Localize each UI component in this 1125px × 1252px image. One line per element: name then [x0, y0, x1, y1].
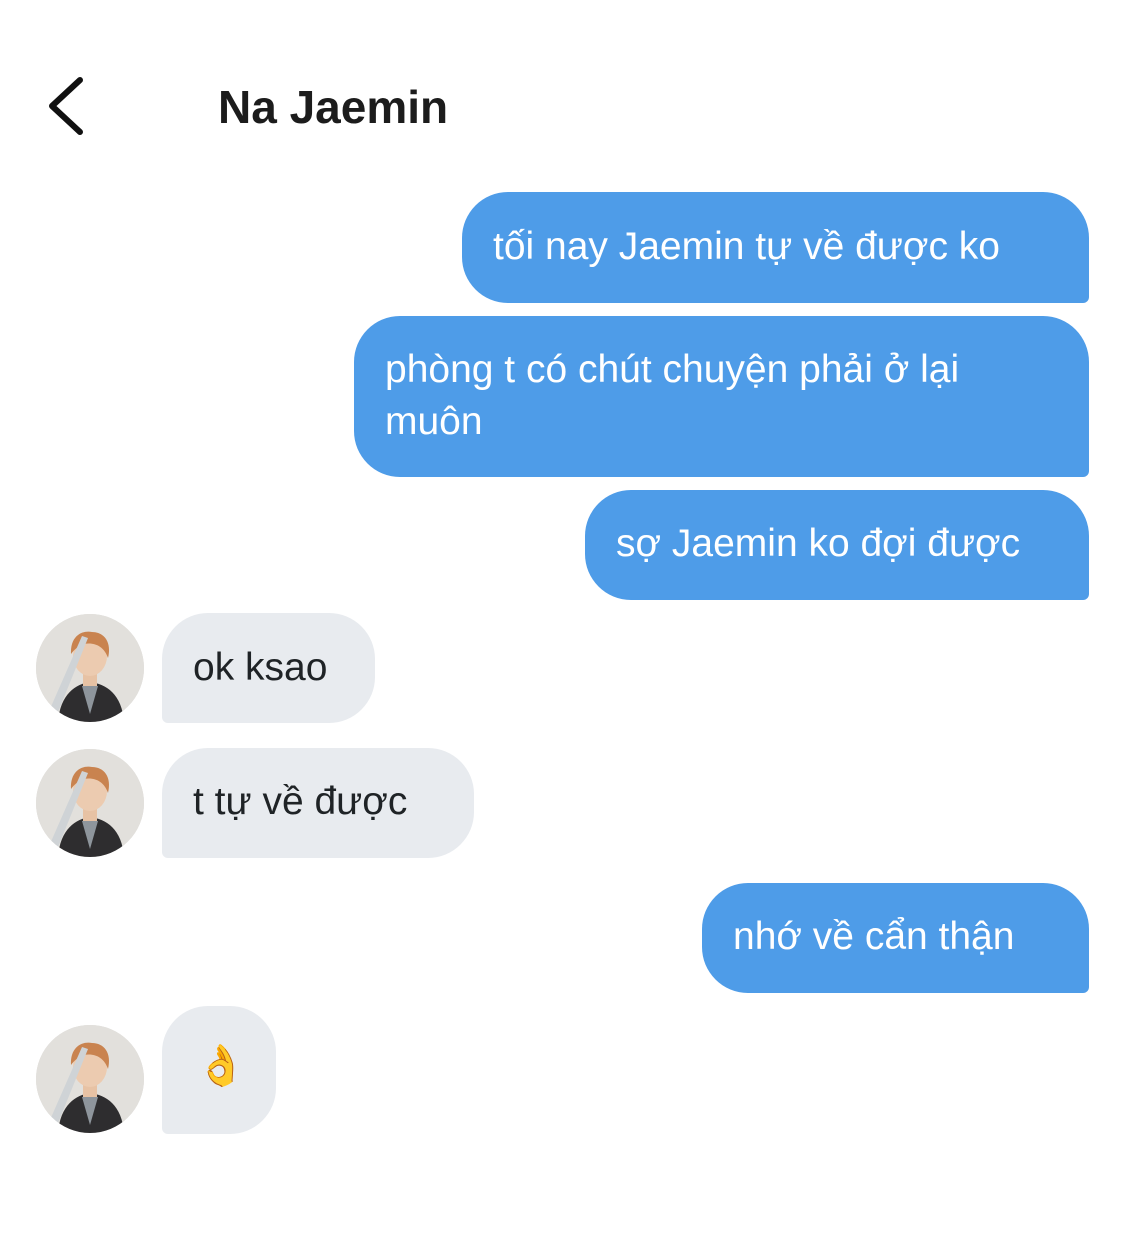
- contact-avatar[interactable]: [36, 614, 144, 722]
- message-text: sợ Jaemin ko đợi được: [616, 522, 1021, 565]
- incoming-message[interactable]: t tự về được: [162, 748, 474, 858]
- incoming-message[interactable]: 👌: [162, 1006, 276, 1134]
- contact-avatar[interactable]: [36, 1025, 144, 1133]
- message-text: muôn: [385, 400, 483, 443]
- outgoing-message[interactable]: tối nay Jaemin tự về được ko: [462, 192, 1089, 303]
- outgoing-message[interactable]: phòng t có chút chuyện phải ở lại muôn: [354, 316, 1089, 477]
- message-text: phòng t có chút chuyện phải ở lại: [385, 348, 960, 391]
- chat-header: Na Jaemin: [0, 0, 1125, 180]
- incoming-message[interactable]: ok ksao: [162, 613, 375, 723]
- message-text: tối nay Jaemin tự về được ko: [493, 225, 1000, 268]
- ok-hand-emoji: 👌: [196, 1044, 246, 1088]
- chevron-left-icon: [49, 77, 83, 135]
- contact-avatar[interactable]: [36, 749, 144, 857]
- back-button[interactable]: [36, 66, 100, 146]
- message-text: t tự về được: [193, 780, 408, 823]
- outgoing-message[interactable]: nhớ về cẩn thận: [702, 883, 1089, 993]
- contact-name: Na Jaemin: [218, 81, 449, 133]
- message-text: ok ksao: [193, 646, 328, 689]
- message-text: nhớ về cẩn thận: [733, 915, 1015, 958]
- outgoing-message[interactable]: sợ Jaemin ko đợi được: [585, 490, 1089, 600]
